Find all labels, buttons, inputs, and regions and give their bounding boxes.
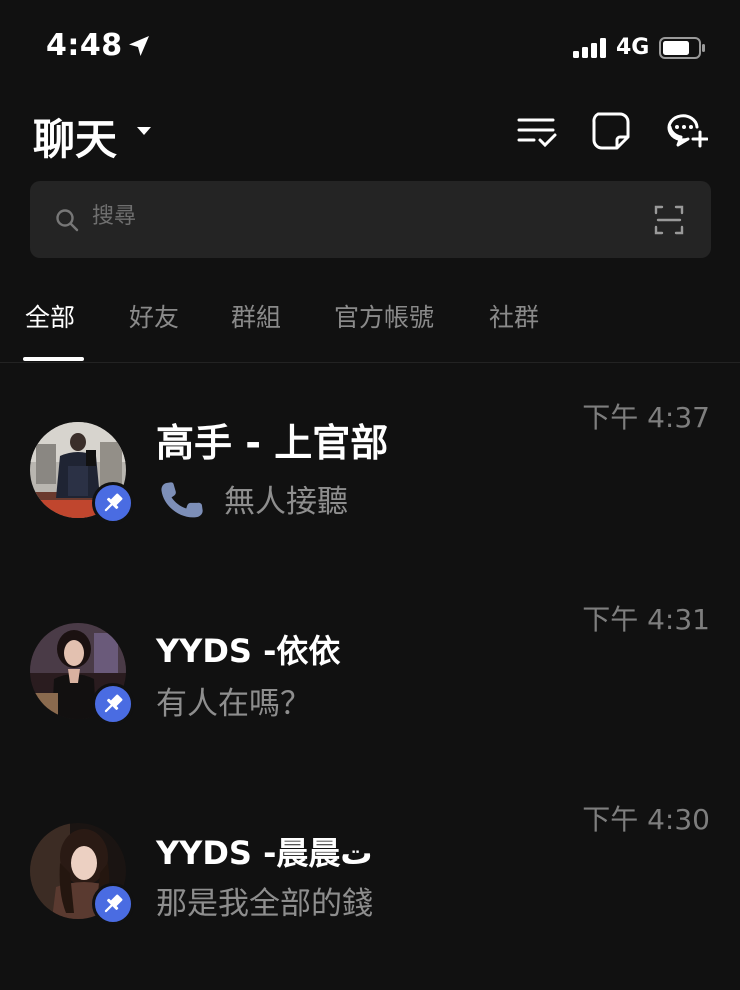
active-tab-indicator [23, 357, 84, 361]
chat-last-message: 無人接聽 [224, 484, 348, 520]
new-chat-icon[interactable] [666, 110, 708, 152]
cellular-signal-icon [573, 38, 606, 58]
pin-icon [104, 694, 123, 713]
network-type: 4G [616, 35, 650, 60]
tab-official-accounts[interactable]: 官方帳號 [334, 298, 434, 334]
location-arrow-icon [129, 36, 149, 56]
chat-name: YYDS -依依 [156, 632, 341, 670]
status-time: 4:48 [46, 28, 123, 63]
page-title[interactable]: 聊天 [33, 106, 117, 167]
tab-groups[interactable]: 群組 [231, 298, 281, 334]
tab-communities[interactable]: 社群 [489, 298, 539, 334]
pin-badge [92, 883, 134, 925]
caret-down-icon[interactable] [136, 126, 152, 136]
search-input[interactable] [92, 204, 612, 229]
battery-icon [659, 37, 705, 59]
pin-icon [104, 493, 123, 512]
chat-timestamp: 下午 4:30 [582, 803, 710, 836]
status-bar: 4:48 4G [0, 0, 740, 96]
chat-timestamp: 下午 4:37 [582, 401, 710, 434]
chat-last-message: 有人在嗎？ [156, 686, 311, 722]
tab-all[interactable]: 全部 [25, 298, 75, 334]
chat-item[interactable]: YYDS -依依 有人在嗎？ 下午 4:31 [0, 590, 740, 790]
note-icon[interactable] [590, 110, 632, 152]
chat-last-message: 那是我全部的錢 [156, 886, 373, 922]
phone-icon [161, 482, 203, 518]
chat-name: YYDS -晨晨ت [156, 834, 373, 872]
qr-scan-icon[interactable] [654, 205, 684, 235]
pin-icon [104, 894, 123, 913]
pin-badge [92, 683, 134, 725]
search-icon [56, 209, 79, 232]
chat-item[interactable]: YYDS -晨晨ت 那是我全部的錢 下午 4:30 [0, 790, 740, 990]
edit-list-icon[interactable] [516, 110, 558, 152]
search-bar[interactable] [30, 181, 711, 258]
chat-timestamp: 下午 4:31 [582, 603, 710, 636]
chat-item[interactable]: 高手 - 上官部 無人接聽 下午 4:37 [0, 390, 740, 590]
chat-name: 高手 - 上官部 [156, 421, 389, 465]
tab-friends[interactable]: 好友 [129, 298, 179, 334]
filter-tabs: 全部 好友 群組 官方帳號 社群 [0, 290, 740, 363]
pin-badge [92, 482, 134, 524]
